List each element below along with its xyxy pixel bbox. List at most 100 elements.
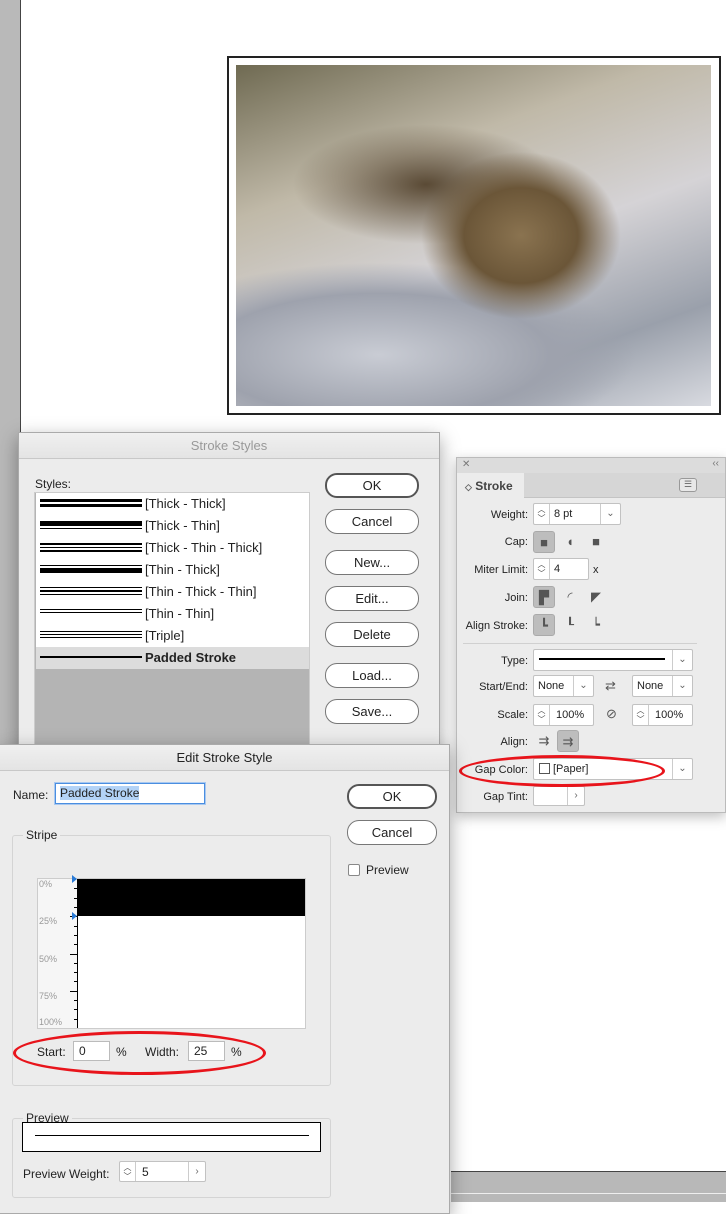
- ruler-tick: [74, 888, 77, 890]
- chevron-right-icon[interactable]: ›: [567, 787, 584, 805]
- type-dropdown[interactable]: ⌄: [533, 649, 693, 671]
- stroke-pattern-icon: [40, 631, 142, 640]
- stepper-icon[interactable]: ︿ ﹀: [534, 504, 550, 524]
- edit-button[interactable]: Edit...: [325, 586, 419, 611]
- start-end-label: Start/End:: [479, 681, 528, 693]
- end-dropdown[interactable]: None ⌄: [632, 675, 693, 697]
- style-list-item[interactable]: [Thick - Thick]: [36, 493, 309, 515]
- start-dropdown[interactable]: None ⌄: [533, 675, 594, 697]
- delete-button[interactable]: Delete: [325, 622, 419, 647]
- panel-menu-icon[interactable]: ☰: [679, 478, 697, 492]
- butt-cap-icon[interactable]: ■: [533, 531, 555, 553]
- align-label: Align:: [500, 736, 528, 748]
- miter-limit-field[interactable]: ︿ ﹀ 4: [533, 558, 589, 580]
- stepper-icon[interactable]: ︿ ﹀: [534, 559, 550, 579]
- style-label: [Thin - Thin]: [145, 606, 215, 621]
- kitten-photo[interactable]: [236, 65, 711, 406]
- save-button[interactable]: Save...: [325, 699, 419, 724]
- miter-value: 4: [554, 563, 561, 575]
- scale-start-field[interactable]: ︿ ﹀ 100%: [533, 704, 594, 726]
- styles-label: Styles:: [35, 477, 72, 491]
- close-icon[interactable]: ✕: [462, 459, 470, 470]
- style-label: [Triple]: [145, 628, 185, 643]
- stripe-handle[interactable]: [72, 875, 77, 883]
- name-label: Name:: [13, 788, 49, 802]
- chevron-down-icon[interactable]: ⌄: [600, 504, 620, 524]
- ruler-tick: [74, 906, 77, 908]
- arrow-inside-icon[interactable]: ⇉: [557, 730, 579, 752]
- arrow-extend-icon[interactable]: ⇉: [533, 730, 555, 752]
- ruler-tick-label: 25%: [39, 916, 58, 927]
- cap-label: Cap:: [504, 536, 528, 548]
- stripe-handle[interactable]: [72, 912, 77, 921]
- ruler-tick: [74, 897, 77, 899]
- preview-weight-value: 5: [142, 1165, 149, 1179]
- ruler-tick: [74, 1018, 77, 1020]
- style-label: [Thick - Thin - Thick]: [145, 540, 263, 555]
- ruler-tick: [70, 990, 77, 992]
- align-outside-icon[interactable]: ┕: [585, 614, 607, 636]
- ruler-tick-label: 75%: [39, 990, 58, 1001]
- chevron-down-icon[interactable]: ⌄: [573, 676, 593, 696]
- chevron-down-icon[interactable]: ⌄: [672, 759, 692, 779]
- preview-checkbox-label: Preview: [366, 863, 409, 877]
- style-label: [Thin - Thick]: [145, 562, 220, 577]
- gap-tint-field[interactable]: ›: [533, 786, 585, 806]
- bevel-join-icon[interactable]: ◤: [585, 586, 607, 608]
- stripe-bar[interactable]: [78, 879, 305, 917]
- swap-icon[interactable]: ⇄: [605, 678, 616, 694]
- stripe-editor[interactable]: 0% 25% 50% 75% 100%: [37, 875, 306, 1029]
- name-value: Padded Stroke: [60, 786, 140, 800]
- preview-weight-field[interactable]: ︿ ﹀ 5 ›: [119, 1161, 206, 1182]
- link-icon[interactable]: ⊘: [606, 706, 617, 722]
- style-label: [Thick - Thin]: [145, 518, 220, 533]
- chevron-down-icon[interactable]: ⌄: [672, 650, 692, 670]
- stroke-pattern-icon: [40, 565, 142, 575]
- load-button[interactable]: Load...: [325, 663, 419, 688]
- end-value: None: [637, 680, 664, 692]
- new-button[interactable]: New...: [325, 550, 419, 575]
- miter-limit-label: Miter Limit:: [474, 564, 528, 576]
- style-list-item[interactable]: [Thick - Thin]: [36, 515, 309, 537]
- stepper-icon[interactable]: ︿ ﹀: [120, 1162, 136, 1181]
- cancel-button[interactable]: Cancel: [325, 509, 419, 534]
- scale-end-field[interactable]: ︿ ﹀ 100%: [632, 704, 693, 726]
- miter-join-icon[interactable]: ▛: [533, 586, 555, 608]
- name-input[interactable]: Padded Stroke: [55, 783, 205, 804]
- ok-button[interactable]: OK: [347, 784, 437, 809]
- ok-button[interactable]: OK: [325, 473, 419, 498]
- collapse-icon[interactable]: ‹‹: [712, 458, 719, 469]
- cancel-button[interactable]: Cancel: [347, 820, 437, 845]
- start-value: None: [538, 680, 565, 692]
- style-list-item[interactable]: [Thin - Thin]: [36, 603, 309, 625]
- stroke-pattern-icon: [40, 543, 142, 554]
- stripe-ruler: 0% 25% 50% 75% 100%: [38, 875, 78, 1028]
- preview-checkbox[interactable]: [348, 864, 360, 876]
- weight-field[interactable]: ︿ ﹀ 8 pt ⌄: [533, 503, 621, 525]
- stroke-pattern-icon: [40, 609, 142, 615]
- style-list-item[interactable]: [Triple]: [36, 625, 309, 647]
- tab-stroke[interactable]: ◇ Stroke: [457, 473, 524, 499]
- ruler-tick: [74, 972, 77, 974]
- style-list-item[interactable]: Padded Stroke: [36, 647, 309, 669]
- projecting-cap-icon[interactable]: ■: [585, 531, 607, 553]
- style-list-item[interactable]: [Thin - Thick - Thin]: [36, 581, 309, 603]
- style-list-item[interactable]: [Thin - Thick]: [36, 559, 309, 581]
- stepper-icon[interactable]: ︿ ﹀: [534, 705, 550, 725]
- align-center-icon[interactable]: ┗: [533, 614, 555, 636]
- round-cap-icon[interactable]: ◖: [559, 531, 581, 553]
- ruler-tick: [74, 934, 77, 936]
- dialog-title: Edit Stroke Style: [0, 745, 449, 771]
- highlight-ellipse: [459, 755, 665, 787]
- round-join-icon[interactable]: ◜: [559, 586, 581, 608]
- style-list-item[interactable]: [Thick - Thin - Thick]: [36, 537, 309, 559]
- stepper-icon[interactable]: ︿ ﹀: [633, 705, 649, 725]
- styles-list[interactable]: [Thick - Thick] [Thick - Thin] [Thick - Th…: [34, 492, 310, 752]
- align-stroke-label: Align Stroke:: [465, 620, 528, 632]
- stroke-pattern-icon: [40, 587, 142, 597]
- preview-box: [22, 1122, 321, 1152]
- panel-titlebar: ✕ ‹‹: [457, 458, 725, 473]
- chevron-down-icon[interactable]: ⌄: [672, 676, 692, 696]
- chevron-right-icon[interactable]: ›: [188, 1162, 205, 1181]
- align-inside-icon[interactable]: ┖: [559, 614, 581, 636]
